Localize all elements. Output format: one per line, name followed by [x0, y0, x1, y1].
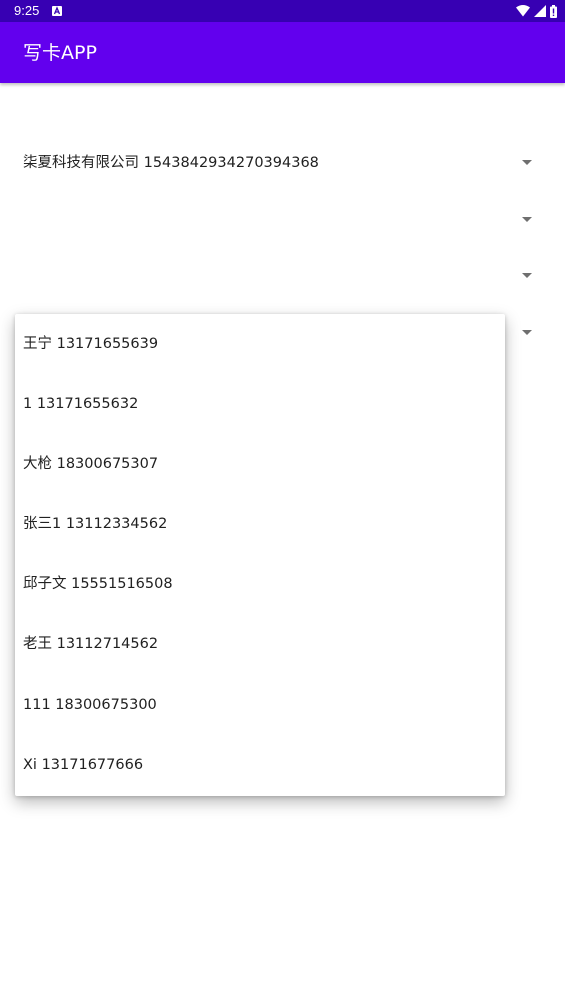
dropdown-item-label: 张三1 13112334562	[23, 516, 168, 532]
app-title: 写卡APP	[23, 42, 97, 64]
status-time: 9:25	[14, 3, 40, 18]
spinner-2[interactable]	[0, 200, 565, 240]
dropdown-item[interactable]: 老王 13112714562	[15, 614, 505, 674]
dropdown-item[interactable]: 王宁 13171655639	[15, 314, 505, 374]
dropdown-item[interactable]: 张三1 13112334562	[15, 494, 505, 554]
company-spinner[interactable]: 柒夏科技有限公司 1543842934270394368	[0, 143, 565, 183]
status-bar: 9:25	[0, 0, 565, 22]
dropdown-item-label: 大枪 18300675307	[23, 456, 159, 472]
dropdown-item[interactable]: Xi 13171677666	[15, 735, 505, 795]
dropdown-item[interactable]: 邱子文 15551516508	[15, 554, 505, 614]
contact-dropdown-list: 王宁 13171655639 1 13171655632 大枪 18300675…	[15, 314, 505, 796]
spinner-3[interactable]	[0, 256, 565, 296]
dropdown-arrow-icon	[522, 273, 532, 278]
spinner-selected-text: 柒夏科技有限公司 1543842934270394368	[23, 155, 319, 171]
dropdown-item-label: 王宁 13171655639	[23, 336, 159, 352]
dropdown-item-label: 1 13171655632	[23, 396, 139, 412]
dropdown-item[interactable]: 1 13171655632	[15, 374, 505, 434]
app-bar: 写卡APP	[0, 22, 565, 83]
wifi-icon	[516, 5, 530, 17]
dropdown-arrow-icon	[522, 160, 532, 165]
dropdown-item[interactable]: 大枪 18300675307	[15, 434, 505, 494]
dropdown-item-label: 老王 13112714562	[23, 636, 159, 652]
dropdown-item-label: Xi 13171677666	[23, 757, 144, 773]
dropdown-arrow-icon	[522, 217, 532, 222]
dropdown-item-label: 邱子文 15551516508	[23, 576, 173, 592]
dropdown-item-label: 111 18300675300	[23, 697, 157, 713]
battery-icon	[550, 4, 557, 18]
dropdown-arrow-icon	[522, 330, 532, 335]
a-box-icon	[52, 6, 62, 16]
cellular-signal-icon	[534, 5, 546, 17]
dropdown-item[interactable]: 111 18300675300	[15, 675, 505, 735]
